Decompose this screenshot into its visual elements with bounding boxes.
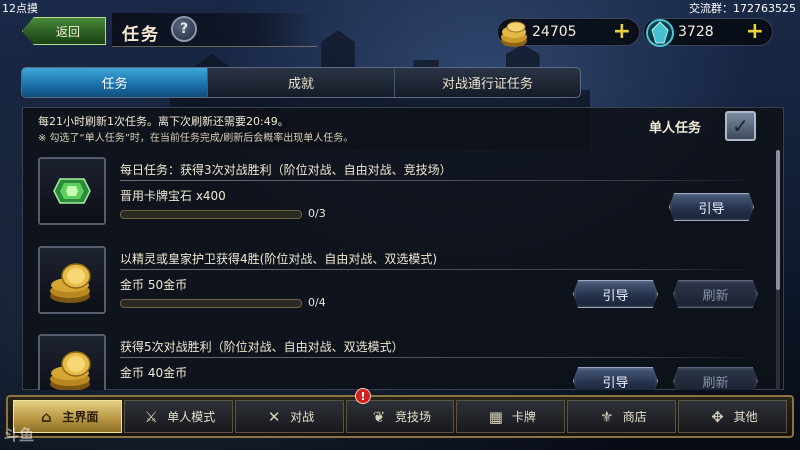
arena-alert-badge: !: [355, 388, 371, 404]
page-title: 任务: [122, 25, 160, 45]
quest-progress-bar: [120, 299, 302, 308]
scrollbar-thumb[interactable]: [776, 150, 780, 290]
quest-divider: [120, 180, 766, 181]
crossed-swords-icon: ✕: [267, 407, 281, 426]
shop-icon: ⚜: [599, 407, 614, 426]
refresh-button[interactable]: 刷新: [673, 280, 758, 308]
gem-currency: 3728 +: [643, 18, 773, 47]
quest-reward-slot: [38, 246, 106, 314]
nav-label: 竞技场: [395, 410, 432, 424]
group-label: 交流群：172763525: [689, 2, 796, 15]
quest-divider: [120, 269, 766, 270]
quest-progress-text: 0/3: [308, 207, 326, 220]
nav-arena[interactable]: ❦ 竞技场: [345, 400, 455, 433]
home-icon: ⌂: [41, 407, 52, 426]
solo-mission-label: 单人任务: [649, 121, 702, 136]
quest-divider: [120, 357, 766, 358]
quest-description: 以精灵或皇家护卫获得4胜(阶位对战、自由对战、双选模式): [120, 252, 438, 266]
solo-notice: ※ 勾选了“单人任务”时，在当前任务完成/刷新后会概率出现单人任务。: [38, 133, 354, 144]
quest-item: 每日任务：获得3次对战胜利（阶位对战、自由对战、竞技场） 晋用卡牌宝石 x400…: [36, 157, 772, 235]
nav-label: 主界面: [62, 410, 99, 424]
nav-solo-mode[interactable]: ⚔ 单人模式: [123, 400, 233, 433]
crystal-icon: [646, 19, 674, 47]
gold-coins-icon: [501, 21, 527, 47]
solo-mission-checkbox[interactable]: ✓: [725, 111, 756, 141]
other-icon: ✥: [711, 407, 724, 426]
quest-description: 获得5次对战胜利（阶位对战、自由对战、双选模式）: [120, 340, 404, 354]
nav-label: 其他: [733, 410, 758, 424]
quest-reward: 金币 50金币: [120, 278, 188, 292]
guide-button[interactable]: 引导: [573, 280, 658, 308]
nav-other[interactable]: ✥ 其他: [678, 400, 788, 433]
quest-item: 以精灵或皇家护卫获得4胜(阶位对战、自由对战、双选模式) 金币 50金币 0/4…: [36, 246, 772, 324]
refresh-notice: 每21小时刷新1次任务。离下次刷新还需要20:49。: [38, 115, 289, 128]
add-gem-button[interactable]: +: [746, 21, 764, 43]
gold-coins-icon: [50, 263, 91, 303]
gold-currency: 24705 +: [497, 18, 640, 47]
refresh-button[interactable]: 刷新: [673, 367, 758, 390]
quest-reward-slot: [38, 157, 106, 225]
quest-reward: 晋用卡牌宝石 x400: [120, 189, 226, 203]
quest-progress-bar: [120, 210, 302, 219]
quest-description: 每日任务：获得3次对战胜利（阶位对战、自由对战、竞技场）: [120, 163, 452, 177]
nav-cards[interactable]: ▦ 卡牌: [456, 400, 566, 433]
gold-coins-icon: [50, 351, 91, 390]
gold-amount: 24705: [532, 24, 577, 40]
nav-label: 卡牌: [511, 410, 536, 424]
help-button[interactable]: ?: [171, 16, 197, 42]
card-gem-icon: [53, 178, 91, 204]
watermark: 斗鱼: [4, 426, 35, 444]
arena-icon: ❦: [372, 407, 386, 426]
nav-battle[interactable]: ✕ 对战: [234, 400, 344, 433]
stream-label: 12点摸: [2, 2, 38, 15]
quest-reward-slot: [38, 334, 106, 390]
guide-button[interactable]: 引导: [669, 193, 754, 221]
nav-label: 商店: [622, 410, 647, 424]
nav-label: 单人模式: [167, 410, 216, 424]
tab-bar: 任务 成就 对战通行证任务: [21, 67, 581, 98]
quest-progress-text: 0/4: [308, 296, 326, 309]
nav-shop[interactable]: ⚜ 商店: [567, 400, 677, 433]
nav-label: 对战: [290, 410, 315, 424]
tab-missions[interactable]: 任务: [22, 68, 209, 97]
quest-item: 获得5次对战胜利（阶位对战、自由对战、双选模式） 金币 40金币 引导 刷新: [36, 334, 772, 390]
solo-mode-icon: ⚔: [144, 407, 158, 426]
bottom-navigation: ⌂ 主界面 ⚔ 单人模式 ✕ 对战 ❦ 竞技场 ▦ 卡牌 ⚜ 商店 ✥ 其他: [6, 395, 794, 438]
add-gold-button[interactable]: +: [613, 21, 631, 43]
quest-reward: 金币 40金币: [120, 366, 188, 380]
back-button[interactable]: 返回: [22, 17, 106, 45]
tab-battle-pass-missions[interactable]: 对战通行证任务: [395, 68, 580, 97]
tab-achievements[interactable]: 成就: [208, 68, 395, 97]
cards-icon: ▦: [488, 407, 503, 426]
gem-amount: 3728: [678, 24, 714, 40]
guide-button[interactable]: 引导: [573, 367, 658, 390]
